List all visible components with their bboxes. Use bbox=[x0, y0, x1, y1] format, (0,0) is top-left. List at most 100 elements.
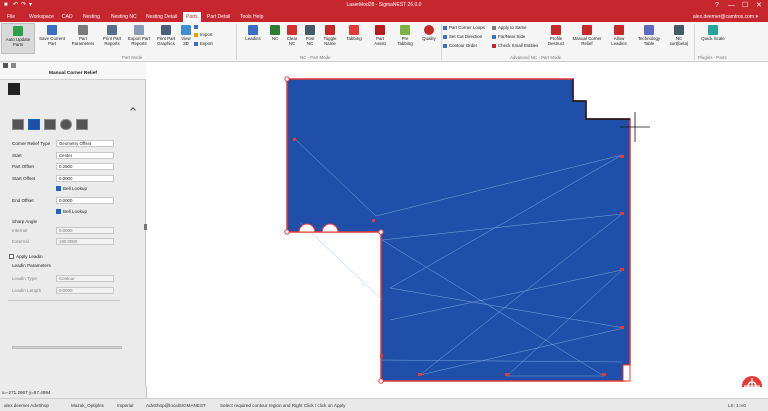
gear-icon[interactable] bbox=[742, 376, 762, 396]
nc-sort-beta-button[interactable]: NC sort(beta) bbox=[666, 25, 692, 46]
export-label: Export bbox=[200, 41, 213, 46]
part-parameters-button[interactable]: Part Parameters bbox=[68, 25, 98, 46]
profile-destruct-button[interactable]: Profile Destruct bbox=[545, 25, 567, 46]
drawing-canvas[interactable] bbox=[147, 62, 768, 396]
pin-icon[interactable] bbox=[3, 63, 8, 68]
leadin-type-label: Leadin Type bbox=[12, 276, 37, 281]
clear-nc-label: Clear NC bbox=[286, 36, 298, 46]
bell-lookup2-checkbox[interactable] bbox=[56, 209, 61, 214]
leadins-button[interactable]: Leadins bbox=[242, 25, 264, 41]
relief-type-geometry-icon[interactable] bbox=[12, 119, 24, 130]
leadin-length-label: Leadin Length bbox=[12, 288, 42, 293]
group-label-plugins: Plugins - Parts bbox=[698, 55, 727, 60]
help-icon[interactable]: ? bbox=[715, 1, 719, 10]
technology-table-button[interactable]: Technology Table bbox=[634, 25, 664, 46]
post-nc-button[interactable]: Post NC bbox=[302, 25, 318, 46]
refresh-icon bbox=[13, 26, 23, 36]
tab-file[interactable]: File bbox=[7, 14, 15, 20]
bell-lookup-label: Bell Lookup bbox=[63, 186, 88, 191]
save-current-part-button[interactable]: Save Current Part bbox=[37, 25, 67, 46]
bell-lookup-checkbox[interactable] bbox=[56, 186, 61, 191]
minimize-icon[interactable]: — bbox=[728, 1, 735, 10]
tab-nesting-nc[interactable]: Nesting NC bbox=[111, 14, 137, 20]
tabbing-button[interactable]: Tabbing bbox=[343, 25, 365, 41]
status-units: Imperial bbox=[117, 403, 134, 408]
import-icon bbox=[194, 32, 198, 37]
start-select[interactable]: Center bbox=[56, 152, 114, 159]
part-offset-label: Part Offset bbox=[12, 164, 34, 169]
leadin-type-select[interactable]: Contour bbox=[56, 275, 114, 282]
far-near-side-label: Far/Near Side bbox=[498, 34, 526, 39]
part-corner-loops-button[interactable]: Part Corner Loops bbox=[443, 25, 485, 30]
allow-leadins-label: Allow Leadins bbox=[611, 36, 627, 46]
tab-part-detail[interactable]: Part Detail bbox=[207, 14, 230, 20]
close-icon[interactable]: ✕ bbox=[756, 1, 762, 10]
start-offset-label: Start Offset bbox=[12, 176, 36, 181]
tab-nesting-detail[interactable]: Nesting Detail bbox=[146, 14, 177, 20]
internal-input[interactable]: 0.0000 bbox=[56, 227, 114, 234]
collapse-chevron-icon[interactable] bbox=[130, 107, 136, 113]
group-separator bbox=[236, 24, 237, 60]
end-offset-input[interactable]: 0.0000 bbox=[56, 197, 114, 204]
view-3d-button[interactable]: View 3D bbox=[179, 25, 193, 46]
print-small-button[interactable] bbox=[194, 24, 200, 29]
manual-corner-relief-button[interactable]: Manual Corner Relief bbox=[572, 25, 602, 46]
cube-icon bbox=[181, 25, 191, 35]
tab-parts[interactable]: Parts bbox=[183, 12, 201, 22]
apply-leadin-checkbox[interactable] bbox=[9, 254, 14, 259]
part-offset-input[interactable]: 0.2500 bbox=[56, 163, 114, 170]
import-button[interactable]: Import bbox=[194, 32, 212, 37]
corner-relief-type-select[interactable]: Geometry Offset bbox=[56, 140, 114, 147]
import-label: Import bbox=[200, 32, 213, 37]
external-input[interactable]: 180.0000 bbox=[56, 238, 114, 245]
relief-type-circle-icon[interactable] bbox=[60, 119, 72, 130]
export-button[interactable]: Export bbox=[194, 41, 213, 46]
leadin-parameters-label: Leadin Parameters bbox=[12, 263, 51, 268]
part-drawing[interactable] bbox=[147, 62, 768, 396]
toggle-name-button[interactable]: Toggle Name bbox=[319, 25, 341, 46]
relief-type-check-icon[interactable] bbox=[76, 119, 88, 130]
start-offset-input[interactable]: 0.0000 bbox=[56, 175, 114, 182]
print-icon bbox=[107, 25, 117, 35]
print-part-graphics-button[interactable]: Print Part Graphics bbox=[153, 25, 179, 46]
nc-button[interactable]: NC bbox=[268, 25, 282, 41]
tab-cad[interactable]: CAD bbox=[62, 14, 73, 20]
exit-icon[interactable] bbox=[8, 83, 20, 95]
pre-tabbing-button[interactable]: Pre Tabbing bbox=[394, 25, 416, 46]
apply-to-same-button[interactable]: Apply to Same bbox=[492, 25, 527, 30]
auto-update-parts-button[interactable]: Auto Update Parts bbox=[1, 23, 35, 54]
set-cut-direction-button[interactable]: Set Cut Direction bbox=[443, 34, 482, 39]
leadins-label: Leadins bbox=[245, 36, 261, 41]
apply-to-same-label: Apply to Same bbox=[498, 25, 527, 30]
relief-type-selected-icon[interactable] bbox=[28, 119, 40, 130]
maximize-icon[interactable]: ☐ bbox=[742, 1, 748, 10]
clear-nc-button[interactable]: Clear NC bbox=[284, 25, 300, 46]
leadin-length-input[interactable]: 0.0000 bbox=[56, 287, 114, 294]
panel-options-icon[interactable] bbox=[11, 63, 16, 68]
part-assist-button[interactable]: Part Assist bbox=[370, 25, 390, 46]
print-part-reports-button[interactable]: Print Part Reports bbox=[99, 25, 125, 46]
allow-leadins-button[interactable]: Allow Leadins bbox=[608, 25, 630, 46]
contour-order-button[interactable]: Contour Order bbox=[443, 43, 477, 48]
toggle-name-label: Toggle Name bbox=[323, 36, 337, 46]
print-reports-label: Print Part Reports bbox=[102, 36, 122, 46]
parameters-icon bbox=[78, 25, 88, 35]
nc-sort-icon bbox=[674, 25, 684, 35]
account-menu[interactable]: alex.deemer@camtrox.com ▾ bbox=[693, 14, 758, 20]
panel-scrollbar[interactable] bbox=[12, 346, 122, 349]
quick-scale-button[interactable]: Quick Scale bbox=[700, 25, 726, 41]
check-small-entities-button[interactable]: Check Small Entities bbox=[492, 43, 538, 48]
relief-type-box-icon[interactable] bbox=[44, 119, 56, 130]
quality-button[interactable]: Quality bbox=[419, 25, 439, 41]
panel-title: Manual Corner Relief bbox=[49, 71, 97, 76]
contour-order-label: Contour Order bbox=[449, 43, 478, 48]
apply-leadin-label: Apply Leadin bbox=[16, 254, 43, 259]
tab-tools-help[interactable]: Tools Help bbox=[240, 14, 263, 20]
post-nc-label: Post NC bbox=[305, 36, 315, 46]
tab-workspace[interactable]: Workspace bbox=[29, 14, 54, 20]
part-shape[interactable] bbox=[286, 78, 631, 382]
tab-nesting[interactable]: Nesting bbox=[83, 14, 100, 20]
group-separator bbox=[441, 24, 442, 60]
export-part-reports-button[interactable]: Export Part Reports bbox=[126, 25, 152, 46]
far-near-side-button[interactable]: Far/Near Side bbox=[492, 34, 525, 39]
